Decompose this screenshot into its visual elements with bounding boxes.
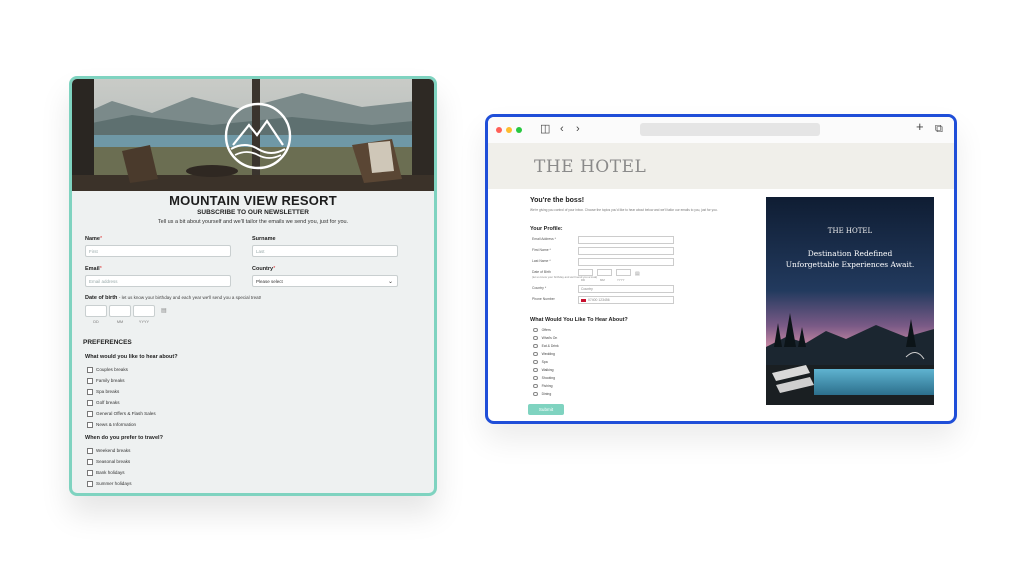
name-label: Name* <box>85 236 103 242</box>
option-dining[interactable]: Dining <box>533 391 551 397</box>
page-heading: You're the boss! <box>530 197 585 204</box>
checkbox-family-breaks[interactable]: Family breaks <box>87 377 125 385</box>
dob-month-input[interactable] <box>597 269 612 276</box>
option-walking[interactable]: Walking <box>533 367 554 373</box>
checkbox-spa-breaks[interactable]: Spa breaks <box>87 388 119 396</box>
last-name-input[interactable]: Last <box>252 245 398 257</box>
phone-label: Phone Number <box>532 297 555 301</box>
option-fishing[interactable]: Fishing <box>533 383 553 389</box>
page-subtitle: SUBSCRIBE TO OUR NEWSLETTER <box>197 209 309 216</box>
dob-month-caption: MM <box>116 320 124 324</box>
interests-question: What would you like to hear about? <box>85 354 178 360</box>
promo-tagline-2: Unforgettable Experiences Await. <box>785 260 915 269</box>
interests-heading: What Would You Like To Hear About? <box>530 317 628 323</box>
option-eat-drink[interactable]: Eat & Drink <box>533 343 559 349</box>
option-offers[interactable]: Offers <box>533 327 551 333</box>
option-spa[interactable]: Spa <box>533 359 548 365</box>
email-address-input[interactable] <box>578 236 674 244</box>
checkbox-summer-holidays[interactable]: Summer holidays <box>87 480 132 488</box>
uk-flag-icon <box>581 298 586 302</box>
country-label: Country* <box>252 266 276 272</box>
profile-heading: Your Profile: <box>530 226 563 232</box>
dob-day-caption: DD <box>93 320 99 324</box>
country-select[interactable]: Please select ⌄ <box>252 275 398 287</box>
site-brand: THE HOTEL <box>534 157 647 177</box>
site-header: THE HOTEL <box>488 143 954 189</box>
last-name-input[interactable] <box>578 258 674 266</box>
checkbox-seasonal-breaks[interactable]: Seasonal breaks <box>87 458 130 466</box>
first-name-input[interactable] <box>578 247 674 255</box>
checkbox-golf-breaks[interactable]: Golf breaks <box>87 399 120 407</box>
country-label: Country * <box>532 286 547 290</box>
checkbox-news-information[interactable]: News & Information <box>87 421 136 429</box>
checkbox-bank-holidays[interactable]: Bank holidays <box>87 469 125 477</box>
mountain-logo-icon <box>224 102 292 170</box>
email-label: Email* <box>85 266 102 272</box>
tabs-icon[interactable]: ⧉ <box>935 122 943 136</box>
preferences-heading: PREFERENCES <box>83 339 132 346</box>
first-name-input[interactable]: First <box>85 245 231 257</box>
checkbox-weekend-breaks[interactable]: Weekend breaks <box>87 447 130 455</box>
newsletter-form-card: MOUNTAIN VIEW RESORT SUBSCRIBE TO OUR NE… <box>69 76 437 496</box>
page-title: MOUNTAIN VIEW RESORT <box>169 193 337 208</box>
dob-year-caption: YYYY <box>617 278 625 282</box>
dob-label: Date of Birth <box>532 270 551 274</box>
sidebar-icon[interactable]: ◫ <box>540 122 550 136</box>
dob-day-caption: DD <box>581 278 586 282</box>
close-window-button[interactable] <box>496 127 502 133</box>
minimize-window-button[interactable] <box>506 127 512 133</box>
checkbox-general-offers[interactable]: General Offers & Flash Sales <box>87 410 156 418</box>
hero-image <box>72 79 434 191</box>
forward-icon[interactable]: › <box>576 122 580 136</box>
dob-month-input[interactable] <box>109 305 131 317</box>
dob-year-input[interactable] <box>616 269 631 276</box>
email-input[interactable]: Email address <box>85 275 231 287</box>
option-whats-on[interactable]: What's On <box>533 335 557 341</box>
calendar-icon[interactable]: ▤ <box>161 307 167 314</box>
page-subheading: We're giving you control of your inbox. … <box>530 208 718 212</box>
option-shooting[interactable]: Shooting <box>533 375 555 381</box>
surname-label: Surname <box>252 236 276 242</box>
dob-label: Date of birth - let us know your birthda… <box>85 295 262 301</box>
first-name-label: First Name * <box>532 248 551 252</box>
dob-year-caption: YYYY <box>138 320 150 324</box>
maximize-window-button[interactable] <box>516 127 522 133</box>
dob-day-input[interactable] <box>85 305 107 317</box>
dob-year-input[interactable] <box>133 305 155 317</box>
promo-tagline-1: Destination Redefined <box>807 249 893 258</box>
new-tab-icon[interactable]: + <box>916 120 924 134</box>
submit-button[interactable]: Submit <box>528 404 564 415</box>
browser-window: ◫ ‹ › + ⧉ THE HOTEL You're the boss! We'… <box>485 114 957 424</box>
browser-toolbar: ◫ ‹ › + ⧉ <box>488 117 954 143</box>
phone-input[interactable]: 07400 123456 <box>578 296 674 304</box>
calendar-icon[interactable]: ▤ <box>635 271 640 277</box>
chevron-down-icon: ⌄ <box>387 279 393 285</box>
dob-day-input[interactable] <box>578 269 593 276</box>
intro-text: Tell us a bit about yourself and we'll t… <box>157 219 349 225</box>
back-icon[interactable]: ‹ <box>560 122 564 136</box>
last-name-label: Last Name * <box>532 259 551 263</box>
dob-month-caption: MM <box>600 278 605 282</box>
checkbox-couples-breaks[interactable]: Couples breaks <box>87 366 128 374</box>
address-bar[interactable] <box>640 123 820 136</box>
email-address-label: Email Address * <box>532 237 556 241</box>
travel-question: When do you prefer to travel? <box>85 435 163 441</box>
country-select[interactable]: Country <box>578 285 674 293</box>
option-wedding[interactable]: Wedding <box>533 351 555 357</box>
promo-banner: THE HOTEL Destination Redefined Unforget… <box>766 197 934 405</box>
promo-brand: THE HOTEL <box>827 227 873 235</box>
